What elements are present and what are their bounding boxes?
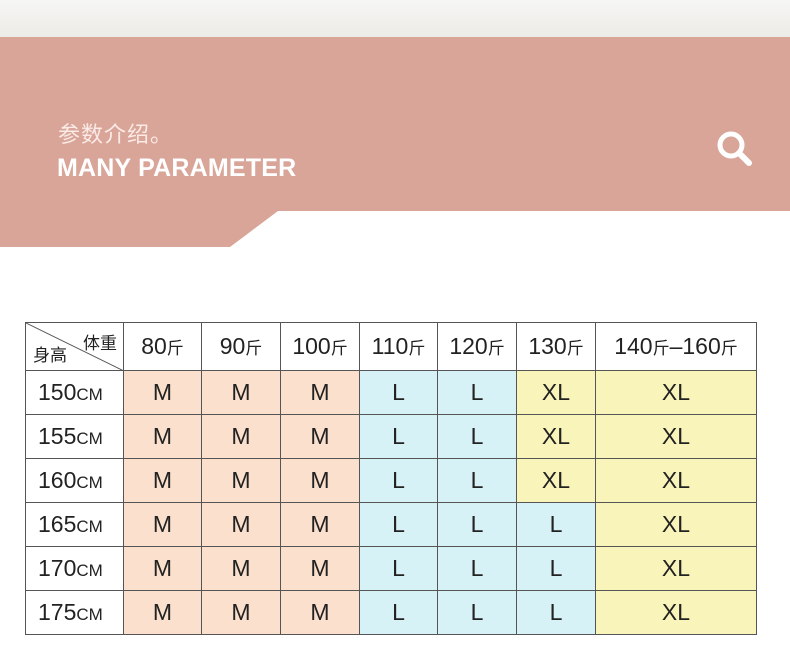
size-cell: M bbox=[201, 590, 281, 635]
size-cell: XL bbox=[595, 590, 757, 635]
size-cell: L bbox=[359, 370, 438, 415]
size-cell: M bbox=[201, 414, 281, 459]
top-decor-strip bbox=[0, 0, 790, 37]
height-row-header: 165CM bbox=[25, 502, 124, 547]
size-cell: L bbox=[437, 370, 517, 415]
size-cell: M bbox=[201, 458, 281, 503]
size-cell: L bbox=[359, 546, 438, 591]
weight-col-140-160: 140斤–160斤 bbox=[595, 322, 757, 371]
size-cell: L bbox=[437, 502, 517, 547]
size-cell: XL bbox=[595, 502, 757, 547]
size-cell: M bbox=[280, 458, 360, 503]
table-row: 175CM M M M L L L XL bbox=[25, 590, 757, 635]
size-cell: L bbox=[359, 414, 438, 459]
size-cell: M bbox=[280, 546, 360, 591]
size-chart-table: 体重 身高 80斤 90斤 100斤 110斤 120斤 130斤 140斤–1… bbox=[25, 322, 757, 635]
table-header-row: 体重 身高 80斤 90斤 100斤 110斤 120斤 130斤 140斤–1… bbox=[25, 322, 757, 371]
size-cell: L bbox=[516, 590, 596, 635]
size-cell: M bbox=[280, 590, 360, 635]
size-cell: M bbox=[280, 414, 360, 459]
size-cell: L bbox=[437, 546, 517, 591]
size-cell: XL bbox=[595, 458, 757, 503]
banner-title: MANY PARAMETER bbox=[57, 154, 297, 182]
size-cell: M bbox=[123, 546, 202, 591]
size-cell: L bbox=[359, 590, 438, 635]
weight-col-130: 130斤 bbox=[516, 322, 596, 371]
size-cell: L bbox=[359, 458, 438, 503]
parameter-banner: 参数介绍。 MANY PARAMETER bbox=[0, 37, 790, 247]
size-cell: L bbox=[516, 546, 596, 591]
banner-subtitle: 参数介绍。 bbox=[58, 122, 174, 147]
weight-axis-label: 体重 bbox=[83, 334, 117, 353]
size-cell: M bbox=[280, 502, 360, 547]
size-cell: M bbox=[201, 370, 281, 415]
size-cell: XL bbox=[595, 546, 757, 591]
size-cell: XL bbox=[595, 370, 757, 415]
size-cell: M bbox=[123, 414, 202, 459]
height-row-header: 175CM bbox=[25, 590, 124, 635]
size-cell: XL bbox=[595, 414, 757, 459]
size-cell: M bbox=[123, 502, 202, 547]
size-cell: M bbox=[201, 502, 281, 547]
corner-header-cell: 体重 身高 bbox=[25, 322, 124, 371]
size-cell: L bbox=[359, 502, 438, 547]
weight-col-100: 100斤 bbox=[280, 322, 360, 371]
height-row-header: 155CM bbox=[25, 414, 124, 459]
size-cell: M bbox=[123, 370, 202, 415]
weight-col-120: 120斤 bbox=[437, 322, 517, 371]
height-axis-label: 身高 bbox=[33, 346, 67, 365]
size-cell: L bbox=[437, 590, 517, 635]
size-cell: L bbox=[437, 414, 517, 459]
table-row: 165CM M M M L L L XL bbox=[25, 502, 757, 547]
height-row-header: 150CM bbox=[25, 370, 124, 415]
size-cell: XL bbox=[516, 458, 596, 503]
weight-col-90: 90斤 bbox=[201, 322, 281, 371]
height-row-header: 160CM bbox=[25, 458, 124, 503]
table-row: 150CM M M M L L XL XL bbox=[25, 370, 757, 415]
table-row: 160CM M M M L L XL XL bbox=[25, 458, 757, 503]
size-cell: M bbox=[280, 370, 360, 415]
size-cell: M bbox=[201, 546, 281, 591]
table-row: 170CM M M M L L L XL bbox=[25, 546, 757, 591]
table-row: 155CM M M M L L XL XL bbox=[25, 414, 757, 459]
size-cell: XL bbox=[516, 414, 596, 459]
size-cell: M bbox=[123, 590, 202, 635]
size-cell: XL bbox=[516, 370, 596, 415]
size-cell: M bbox=[123, 458, 202, 503]
weight-col-80: 80斤 bbox=[123, 322, 202, 371]
weight-col-110: 110斤 bbox=[359, 322, 438, 371]
height-row-header: 170CM bbox=[25, 546, 124, 591]
search-icon[interactable] bbox=[715, 129, 755, 169]
size-cell: L bbox=[437, 458, 517, 503]
size-cell: L bbox=[516, 502, 596, 547]
